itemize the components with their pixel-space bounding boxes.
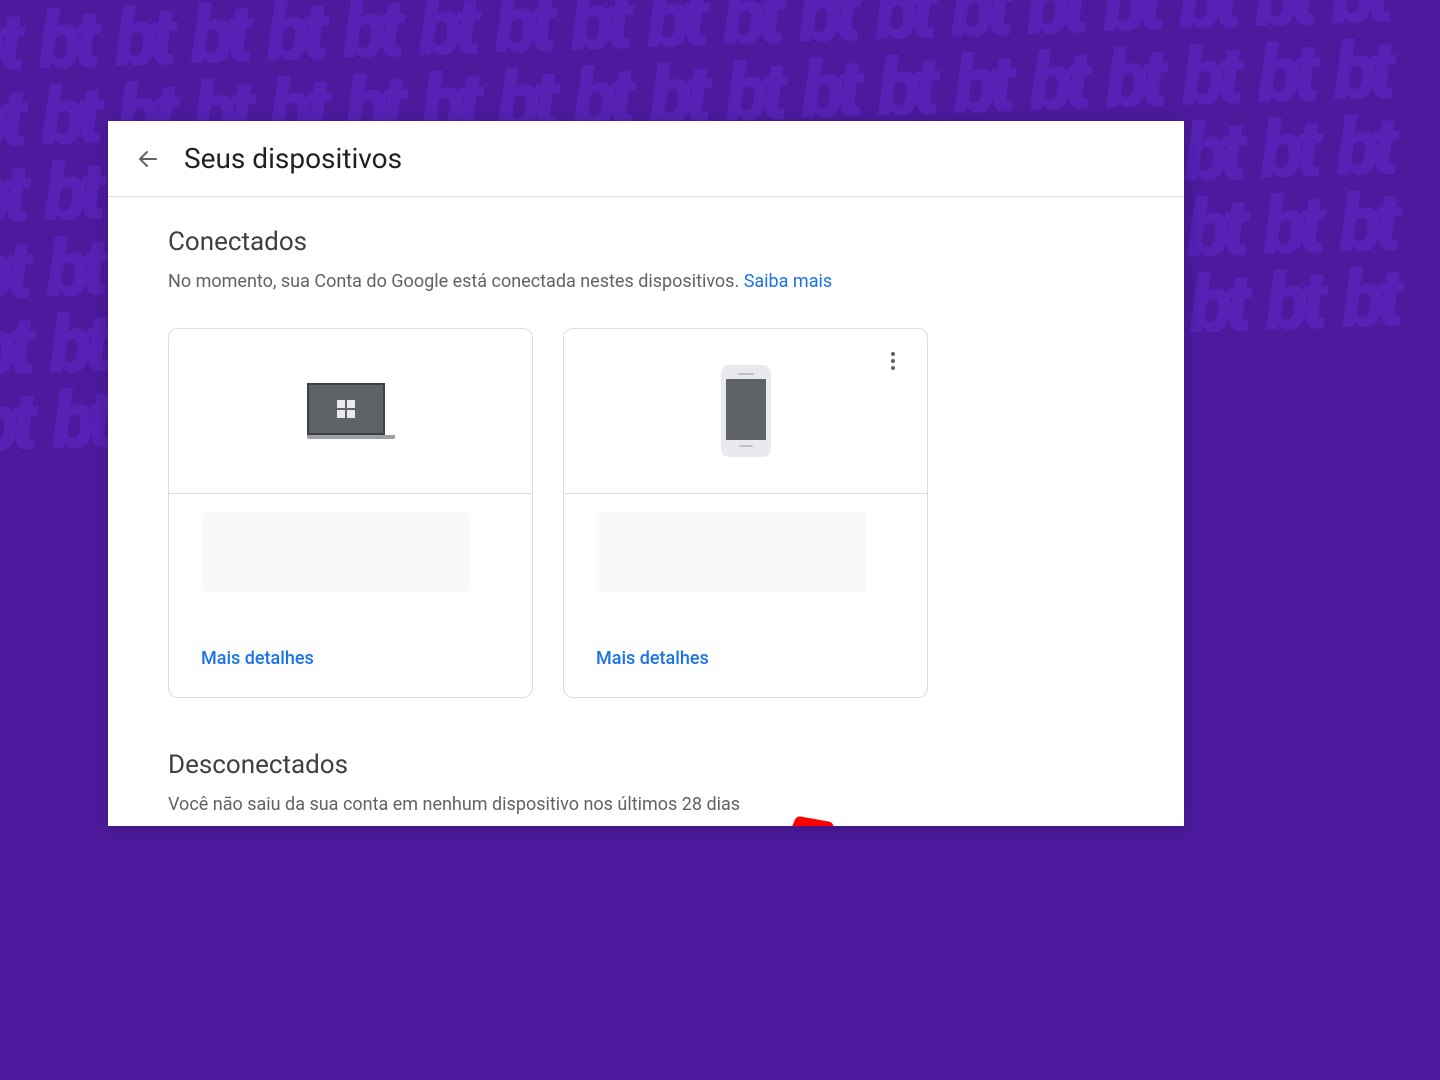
- device-card-phone: Mais detalhes: [563, 328, 928, 698]
- card-top: [169, 329, 532, 494]
- connected-description-text: No momento, sua Conta do Google está con…: [168, 271, 744, 292]
- device-card-laptop: Mais detalhes: [168, 328, 533, 698]
- disconnected-title: Desconectados: [168, 750, 1124, 780]
- card-body: Mais detalhes: [564, 494, 927, 697]
- device-cards: Mais detalhes: [168, 328, 1124, 698]
- back-arrow-icon[interactable]: [136, 147, 160, 171]
- phone-icon: [721, 365, 771, 457]
- card-body: Mais detalhes: [169, 494, 532, 697]
- panel-content: Conectados No momento, sua Conta do Goog…: [108, 197, 1184, 815]
- disconnected-section: Desconectados Você não saiu da sua conta…: [168, 750, 1124, 815]
- learn-more-link[interactable]: Saiba mais: [744, 271, 832, 292]
- device-info-placeholder: [201, 512, 471, 592]
- kebab-menu-icon[interactable]: [881, 349, 905, 373]
- windows-icon: [337, 400, 355, 418]
- disconnected-description: Você não saiu da sua conta em nenhum dis…: [168, 794, 1124, 815]
- more-details-link[interactable]: Mais detalhes: [201, 648, 500, 669]
- connected-title: Conectados: [168, 227, 1124, 257]
- laptop-icon: [307, 383, 395, 439]
- card-top: [564, 329, 927, 494]
- page-title: Seus dispositivos: [184, 142, 402, 175]
- connected-description: No momento, sua Conta do Google está con…: [168, 271, 1124, 292]
- devices-panel: Seus dispositivos Conectados No momento,…: [108, 121, 1184, 826]
- more-details-link[interactable]: Mais detalhes: [596, 648, 895, 669]
- panel-header: Seus dispositivos: [108, 121, 1184, 197]
- device-info-placeholder: [596, 512, 866, 592]
